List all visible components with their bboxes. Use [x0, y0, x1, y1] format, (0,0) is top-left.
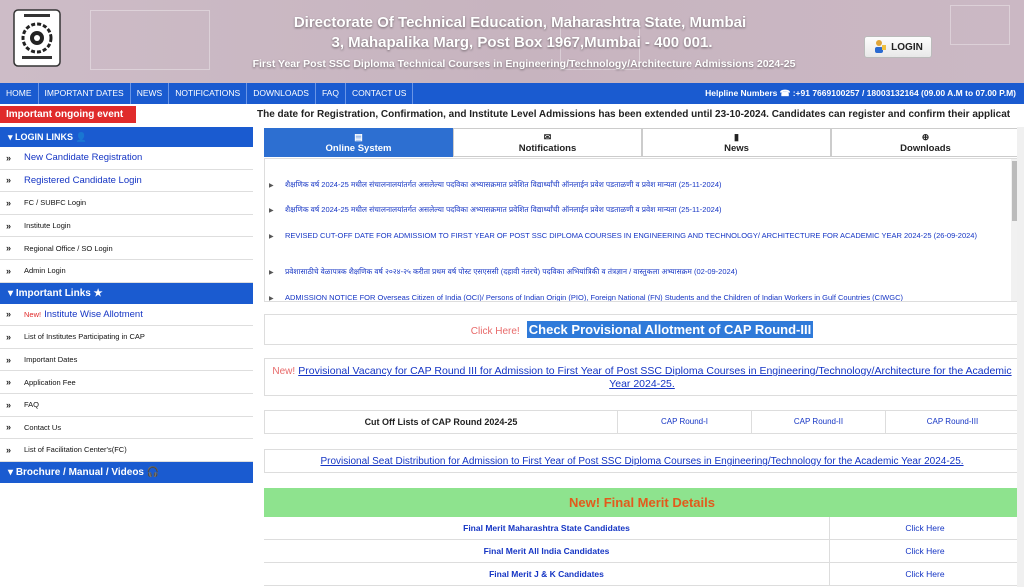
main-navbar: HOME IMPORTANT DATES NEWS NOTIFICATIONS … — [0, 83, 1024, 104]
list-item[interactable]: ▶ शैक्षणिक वर्ष 2024-25 मधील संचालनालयांत… — [269, 179, 1009, 190]
sidebar-item-facilitation-centers[interactable]: » List of Facilitation Center's(FC) — [0, 439, 253, 462]
important-event-badge: Important ongoing event — [0, 106, 136, 123]
nav-downloads[interactable]: DOWNLOADS — [247, 83, 316, 104]
table-row: Final Merit All India Candidates Click H… — [264, 540, 1020, 563]
chevron-right-icon: » — [6, 309, 12, 320]
monitor-icon: ▤ — [354, 132, 363, 142]
download-icon: ⊕ — [921, 132, 930, 142]
tab-news[interactable]: ▮ News — [642, 128, 831, 157]
cap-round-3-link[interactable]: CAP Round-III — [885, 411, 1019, 433]
nav-notifications[interactable]: NOTIFICATIONS — [169, 83, 248, 104]
table-row: Final Merit Maharashtra State Candidates… — [264, 517, 1020, 540]
final-merit-header: New! Final Merit Details — [264, 488, 1020, 517]
triangle-right-icon: ▶ — [269, 270, 274, 276]
vacancy-box: New! Provisional Vacancy for CAP Round I… — [264, 358, 1020, 396]
page-scrollbar[interactable] — [1017, 127, 1024, 587]
chevron-right-icon: » — [6, 377, 12, 388]
sidebar-item-important-dates[interactable]: » Important Dates — [0, 349, 253, 372]
news-list: ▶ शैक्षणिक वर्ष 2024-25 मधील संचालनालयांत… — [264, 158, 1020, 302]
sidebar-item-institute-allotment[interactable]: » New! Institute Wise Allotment — [0, 304, 253, 327]
new-badge: New! — [272, 366, 296, 377]
triangle-right-icon: ▶ — [269, 296, 274, 302]
list-item[interactable]: ▶ ADMISSION NOTICE FOR Overseas Citizen o… — [269, 292, 1009, 302]
sidebar-item-faq[interactable]: » FAQ — [0, 394, 253, 417]
triangle-right-icon: ▶ — [269, 234, 274, 240]
chevron-right-icon: » — [6, 331, 12, 342]
user-icon — [873, 39, 887, 56]
chevron-right-icon: » — [6, 197, 12, 208]
nav-contact-us[interactable]: CONTACT US — [346, 83, 414, 104]
chevron-right-icon: » — [6, 354, 12, 365]
click-here-label: Click Here! — [470, 326, 520, 337]
sidebar-item-application-fee[interactable]: » Application Fee — [0, 371, 253, 394]
cap-round-2-link[interactable]: CAP Round-II — [751, 411, 885, 433]
sidebar-item-institutes-cap[interactable]: » List of Institutes Participating in CAP — [0, 326, 253, 349]
sidebar-item-contact-us[interactable]: » Contact Us — [0, 417, 253, 440]
cutoff-label: Cut Off Lists of CAP Round 2024-25 — [364, 417, 518, 427]
chevron-right-icon: » — [6, 220, 12, 231]
list-item[interactable]: ▶ प्रवेशासाठीचे वेळापत्रक शैक्षणिक वर्ष २… — [269, 266, 1009, 277]
sidebar: ▾ LOGIN LINKS 👤 » New Candidate Registrat… — [0, 127, 253, 483]
nav-news[interactable]: NEWS — [131, 83, 170, 104]
tab-notifications[interactable]: ✉ Notifications — [453, 128, 642, 157]
news-icon: ▮ — [734, 132, 739, 142]
header-subtitle: First Year Post SSC Diploma Technical Co… — [252, 58, 796, 70]
new-badge: New! — [569, 495, 601, 510]
nav-important-dates[interactable]: IMPORTANT DATES — [39, 83, 131, 104]
important-links-header[interactable]: ▾ Important Links ★ — [0, 282, 253, 304]
login-links-header[interactable]: ▾ LOGIN LINKS 👤 — [0, 127, 253, 147]
user-icon: 👤 — [75, 132, 87, 142]
list-item[interactable]: ▶ शैक्षणिक वर्ष 2024-25 मधील संचालनालयांत… — [269, 204, 1009, 215]
caret-down-icon: ▾ — [8, 466, 14, 478]
chevron-right-icon: » — [6, 399, 12, 410]
cutoff-lists-row: Cut Off Lists of CAP Round 2024-25 CAP R… — [264, 410, 1020, 434]
cap-round-1-link[interactable]: CAP Round-I — [617, 411, 751, 433]
tab-downloads[interactable]: ⊕ Downloads — [831, 128, 1020, 157]
final-merit-title: Final Merit Details — [603, 495, 715, 510]
sidebar-item-new-registration[interactable]: » New Candidate Registration — [0, 147, 253, 170]
news-ticker[interactable]: The date for Registration, Confirmation,… — [257, 106, 1024, 123]
nav-home[interactable]: HOME — [0, 83, 39, 104]
merit-maharashtra-link[interactable]: Final Merit Maharashtra State Candidates — [264, 517, 830, 539]
list-item[interactable]: ▶ REVISED CUT-OFF DATE FOR ADMISSIOM TO F… — [269, 230, 1009, 241]
brochure-header[interactable]: ▾ Brochure / Manual / Videos 🎧 — [0, 461, 253, 483]
helpline-numbers: Helpline Numbers ☎ :+91 7669100257 / 180… — [705, 88, 1016, 98]
merit-jk-link[interactable]: Final Merit J & K Candidates — [264, 563, 830, 585]
click-here-link[interactable]: Click Here — [830, 540, 1020, 562]
table-row: Final Merit J & K Candidates Click Here — [264, 563, 1020, 586]
triangle-right-icon: ▶ — [269, 208, 274, 214]
sidebar-item-regional-login[interactable]: » Regional Office / SO Login — [0, 237, 253, 260]
header-title-line1: Directorate Of Technical Education, Maha… — [293, 14, 747, 31]
vacancy-link[interactable]: Provisional Vacancy for CAP Round III fo… — [298, 365, 1011, 390]
caret-down-icon: ▾ — [8, 132, 13, 142]
chevron-right-icon: » — [6, 152, 12, 163]
sidebar-item-registered-login[interactable]: » Registered Candidate Login — [0, 170, 253, 193]
sidebar-item-fc-login[interactable]: » FC / SUBFC Login — [0, 192, 253, 215]
click-here-link[interactable]: Click Here — [830, 563, 1020, 585]
caret-down-icon: ▾ — [8, 287, 14, 299]
seat-distribution-box: Provisional Seat Distribution for Admiss… — [264, 449, 1020, 473]
chevron-right-icon: » — [6, 422, 12, 433]
click-here-link[interactable]: Click Here — [830, 517, 1020, 539]
triangle-right-icon: ▶ — [269, 183, 274, 189]
star-icon: ★ — [93, 287, 103, 299]
envelope-icon: ✉ — [543, 132, 552, 142]
cap-allotment-link[interactable]: Check Provisional Allotment of CAP Round… — [526, 321, 814, 338]
cap-allotment-box: Click Here! Check Provisional Allotment … — [264, 314, 1020, 345]
login-button[interactable]: LOGIN — [864, 36, 932, 58]
content-tabs: ▤ Online System ✉ Notifications ▮ News ⊕ Dow… — [264, 128, 1020, 157]
chevron-right-icon: » — [6, 243, 12, 254]
tab-online-system[interactable]: ▤ Online System — [264, 128, 453, 157]
chevron-right-icon: » — [6, 265, 12, 276]
nav-faq[interactable]: FAQ — [316, 83, 346, 104]
chevron-right-icon: » — [6, 175, 12, 186]
chevron-right-icon: » — [6, 444, 12, 455]
site-header: Directorate Of Technical Education, Maha… — [0, 0, 1024, 83]
login-label: LOGIN — [891, 41, 923, 53]
sidebar-item-admin-login[interactable]: » Admin Login — [0, 260, 253, 283]
sidebar-item-institute-login[interactable]: » Institute Login — [0, 215, 253, 238]
merit-all-india-link[interactable]: Final Merit All India Candidates — [264, 540, 830, 562]
seat-distribution-link[interactable]: Provisional Seat Distribution for Admiss… — [320, 456, 963, 467]
headphones-icon: 🎧 — [146, 466, 160, 478]
